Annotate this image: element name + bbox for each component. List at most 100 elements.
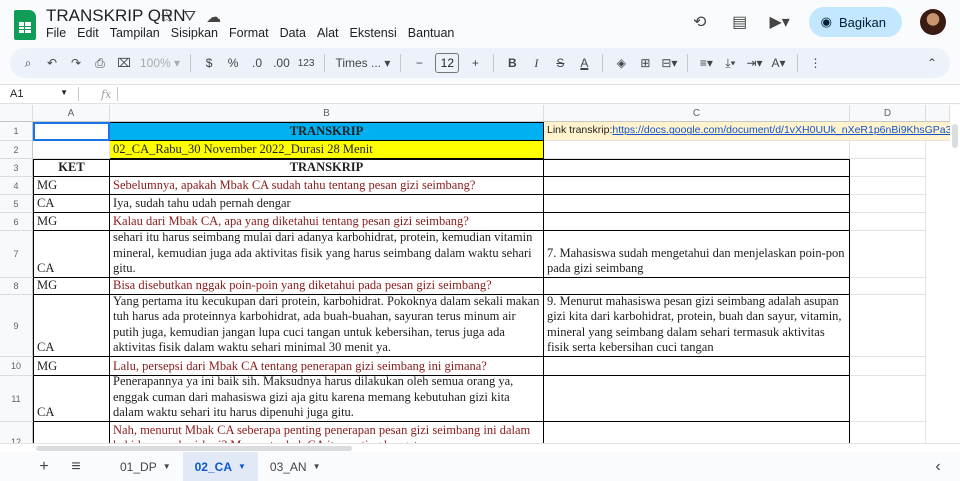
cell-d6[interactable] — [850, 213, 926, 231]
row-header[interactable]: 12 — [0, 422, 33, 443]
font-size-decrease-button[interactable]: − — [411, 52, 427, 74]
name-box[interactable]: A1 ▼ — [0, 88, 72, 100]
cell-c6[interactable] — [544, 213, 850, 231]
scrollbar-thumb[interactable] — [36, 446, 352, 451]
cell-c8[interactable] — [544, 278, 850, 295]
text-rotation-icon[interactable]: A▾ — [771, 52, 787, 74]
font-size-increase-button[interactable]: + — [467, 52, 483, 74]
collapse-toolbar-icon[interactable]: ⌃ — [924, 52, 940, 74]
menu-data[interactable]: Data — [280, 26, 306, 40]
cell-d9[interactable] — [850, 295, 926, 357]
cell-b6[interactable]: Kalau dari Mbak CA, apa yang diketahui t… — [110, 213, 544, 231]
cell-c9[interactable]: 9. Menurut mahasiswa pesan gizi seimbang… — [544, 295, 850, 357]
cell-b11[interactable]: Penerapannya ya ini baik sih. Maksudnya … — [110, 376, 544, 422]
column-header-d[interactable]: D — [850, 105, 926, 122]
cell-c1[interactable]: Link transkrip: https://docs.google.com/… — [544, 122, 960, 141]
currency-format-button[interactable]: $ — [201, 52, 217, 74]
cell-c11[interactable] — [544, 376, 850, 422]
chevron-left-icon[interactable]: ‹ — [924, 455, 952, 479]
sheet-tab-01-dp[interactable]: 01_DP ▼ — [108, 452, 183, 481]
cell-d11[interactable] — [850, 376, 926, 422]
menu-view[interactable]: Tampilan — [110, 26, 160, 40]
cell-c10[interactable] — [544, 357, 850, 376]
horizontal-scrollbar[interactable] — [0, 443, 960, 452]
row-header[interactable]: 4 — [0, 177, 33, 195]
star-icon[interactable]: ☆ — [160, 8, 173, 26]
cell-d7[interactable] — [850, 231, 926, 278]
cell-c4[interactable] — [544, 177, 850, 195]
row-header[interactable]: 11 — [0, 376, 33, 422]
menu-help[interactable]: Bantuan — [408, 26, 455, 40]
menu-tools[interactable]: Alat — [317, 26, 339, 40]
cell-a3[interactable]: KET — [33, 159, 110, 177]
row-header[interactable]: 6 — [0, 213, 33, 231]
cell-b4[interactable]: Sebelumnya, apakah Mbak CA sudah tahu te… — [110, 177, 544, 195]
spreadsheet-grid[interactable]: A B C D 1 2 3 4 5 6 7 8 9 10 11 12 TRANS… — [0, 105, 960, 443]
cell-a5[interactable]: CA — [33, 195, 110, 213]
row-header[interactable]: 9 — [0, 295, 33, 357]
text-wrap-icon[interactable]: ⇥▾ — [746, 52, 762, 74]
sheet-tab-03-an[interactable]: 03_AN ▼ — [258, 452, 333, 481]
cell-a4[interactable]: MG — [33, 177, 110, 195]
cell-d12[interactable] — [850, 422, 926, 443]
strikethrough-button[interactable]: S — [552, 52, 568, 74]
cell-a10[interactable]: MG — [33, 357, 110, 376]
column-header-e[interactable] — [926, 105, 950, 122]
row-header[interactable]: 5 — [0, 195, 33, 213]
cell-a1[interactable] — [33, 122, 110, 141]
cell-d8[interactable] — [850, 278, 926, 295]
redo-icon[interactable]: ↷ — [68, 52, 84, 74]
font-family-select[interactable]: Times ... ▾ — [335, 52, 390, 74]
menu-file[interactable]: File — [46, 26, 66, 40]
formula-input[interactable] — [124, 86, 960, 102]
scrollbar-thumb[interactable] — [952, 124, 958, 148]
borders-icon[interactable]: ⊞ — [637, 52, 653, 74]
cell-b7[interactable]: Ya, intinya gizi seimbang itu adalah kec… — [110, 231, 544, 278]
comments-icon[interactable]: ▤ — [729, 11, 751, 33]
vertical-scrollbar[interactable] — [950, 105, 960, 443]
cell-c7[interactable]: 7. Mahasiswa sudah mengetahui dan menjel… — [544, 231, 850, 278]
cell-c3[interactable] — [544, 159, 850, 177]
cell-b2[interactable]: 02_CA_Rabu_30 November 2022_Durasi 28 Me… — [110, 141, 544, 159]
row-header[interactable]: 2 — [0, 141, 33, 159]
cell-d3[interactable] — [850, 159, 926, 177]
column-header-b[interactable]: B — [110, 105, 544, 122]
cell-d2[interactable] — [850, 141, 926, 159]
sheet-tab-02-ca[interactable]: 02_CA ▼ — [182, 452, 258, 481]
zoom-select[interactable]: 100% ▾ — [140, 52, 180, 74]
cell-a7[interactable]: CA — [33, 231, 110, 278]
cell-d5[interactable] — [850, 195, 926, 213]
more-options-icon[interactable]: ⋮ — [808, 52, 824, 74]
transcript-link[interactable]: https://docs.google.com/document/d/1vXH0… — [612, 123, 959, 138]
paint-format-icon[interactable]: ⌧ — [116, 52, 132, 74]
cell-b3[interactable]: TRANSKRIP — [110, 159, 544, 177]
menu-insert[interactable]: Sisipkan — [171, 26, 218, 40]
menu-format[interactable]: Format — [229, 26, 269, 40]
corner-select-all[interactable] — [0, 105, 33, 122]
cell-b5[interactable]: Iya, sudah tahu udah pernah dengar — [110, 195, 544, 213]
row-header[interactable]: 3 — [0, 159, 33, 177]
cell-c12[interactable] — [544, 422, 850, 443]
move-folder-icon[interactable]: ⛛ — [183, 8, 196, 26]
italic-button[interactable]: I — [528, 52, 544, 74]
print-icon[interactable]: ⎙ — [92, 52, 108, 74]
cell-b8[interactable]: Bisa disebutkan nggak poin-poin yang dik… — [110, 278, 544, 295]
cell-c5[interactable] — [544, 195, 850, 213]
cell-a11[interactable]: CA — [33, 376, 110, 422]
increase-decimal-button[interactable]: .00 — [273, 52, 290, 74]
row-header[interactable]: 1 — [0, 122, 33, 141]
bold-button[interactable]: B — [504, 52, 520, 74]
column-header-a[interactable]: A — [33, 105, 110, 122]
cell-a8[interactable]: MG — [33, 278, 110, 295]
all-sheets-icon[interactable]: ≡ — [62, 455, 90, 479]
cloud-status-icon[interactable]: ☁ — [206, 8, 221, 26]
cell-a12[interactable]: MG — [33, 422, 110, 443]
meet-icon[interactable]: ▶▾ — [769, 11, 791, 33]
cell-b1[interactable]: TRANSKRIP — [110, 122, 544, 141]
history-icon[interactable]: ⟲ — [689, 11, 711, 33]
row-header[interactable]: 10 — [0, 357, 33, 376]
percent-format-button[interactable]: % — [225, 52, 241, 74]
row-header[interactable]: 8 — [0, 278, 33, 295]
decrease-decimal-button[interactable]: .0 — [249, 52, 265, 74]
column-header-c[interactable]: C — [544, 105, 850, 122]
